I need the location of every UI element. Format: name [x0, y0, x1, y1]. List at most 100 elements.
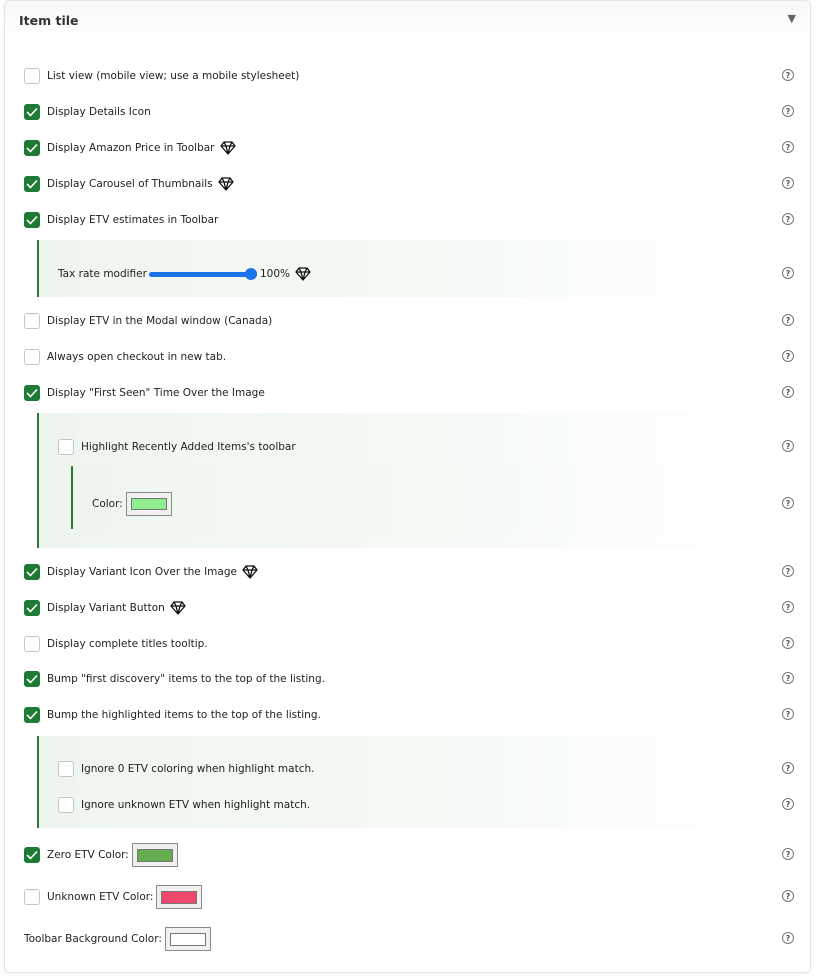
highlight-recent-label: Highlight Recently Added Items's toolbar — [81, 441, 296, 453]
question-circle-icon[interactable]: ? — [782, 267, 794, 279]
diamond-icon — [217, 177, 234, 191]
zero-etv-color-swatch — [136, 848, 173, 862]
option-variant-icon: Display Variant Icon Over the Image — [24, 562, 258, 582]
question-circle-icon[interactable]: ? — [782, 798, 794, 810]
highlight-recent-checkbox[interactable] — [58, 439, 74, 455]
checkout-tab-checkbox[interactable] — [24, 349, 40, 365]
etv-toolbar-label: Display ETV estimates in Toolbar — [47, 214, 219, 226]
zero-etv-color-picker[interactable] — [131, 843, 178, 867]
variant-button-checkbox[interactable] — [24, 600, 40, 616]
unknown-etv-color-picker[interactable] — [156, 885, 203, 909]
option-toolbar-bg-color: Toolbar Background Color: — [24, 927, 211, 951]
unknown-etv-color-checkbox[interactable] — [24, 889, 40, 905]
tax-rate-label: Tax rate modifier — [58, 268, 147, 280]
option-highlight-recent: Highlight Recently Added Items's toolbar — [58, 437, 296, 457]
slider-track — [148, 272, 257, 277]
variant-button-label: Display Variant Button — [47, 602, 165, 614]
option-first-seen: Display "First Seen" Time Over the Image — [24, 383, 265, 403]
details-icon-checkbox[interactable] — [24, 104, 40, 120]
question-circle-icon[interactable]: ? — [782, 141, 794, 153]
option-carousel: Display Carousel of Thumbnails — [24, 174, 234, 194]
option-bump-first: Bump "first discovery" items to the top … — [24, 669, 325, 689]
question-circle-icon[interactable]: ? — [782, 637, 794, 649]
panel-title: Item tile — [19, 13, 79, 28]
option-etv-modal: Display ETV in the Modal window (Canada) — [24, 311, 272, 331]
diamond-icon — [170, 601, 186, 615]
question-circle-icon[interactable]: ? — [782, 440, 794, 452]
amazon-price-checkbox[interactable] — [24, 140, 40, 156]
option-ignore-zero-etv: Ignore 0 ETV coloring when highlight mat… — [58, 759, 314, 779]
titles-tooltip-checkbox[interactable] — [24, 636, 40, 652]
question-circle-icon[interactable]: ? — [782, 386, 794, 398]
zero-etv-color-label: Zero ETV Color: — [47, 849, 129, 861]
bump-highlighted-label: Bump the highlighted items to the top of… — [47, 709, 321, 721]
ignore-unknown-etv-label: Ignore unknown ETV when highlight match. — [81, 799, 311, 811]
recent-color-label: Color: — [92, 498, 123, 510]
question-circle-icon[interactable]: ? — [782, 350, 794, 362]
question-circle-icon[interactable]: ? — [782, 69, 794, 81]
question-circle-icon[interactable]: ? — [782, 672, 794, 684]
unknown-etv-color-swatch — [161, 890, 198, 904]
option-zero-etv-color: Zero ETV Color: — [24, 843, 178, 867]
option-tax-rate: Tax rate modifier 100% — [58, 264, 311, 284]
diamond-icon — [295, 267, 311, 281]
details-icon-label: Display Details Icon — [47, 106, 151, 118]
option-ignore-unknown-etv: Ignore unknown ETV when highlight match. — [58, 795, 310, 815]
etv-modal-label: Display ETV in the Modal window (Canada) — [47, 315, 273, 327]
tax-rate-value: 100% — [259, 268, 290, 280]
variant-icon-checkbox[interactable] — [24, 564, 40, 580]
titles-tooltip-label: Display complete titles tooltip. — [47, 638, 208, 650]
first-seen-checkbox[interactable] — [24, 385, 40, 401]
ignore-zero-etv-label: Ignore 0 ETV coloring when highlight mat… — [81, 763, 315, 775]
carousel-checkbox[interactable] — [24, 176, 40, 192]
toolbar-bg-color-swatch — [169, 932, 206, 946]
question-circle-icon[interactable]: ? — [782, 932, 794, 944]
diamond-icon — [242, 565, 258, 579]
option-unknown-etv-color: Unknown ETV Color: — [24, 885, 203, 909]
slider-thumb[interactable] — [244, 268, 257, 280]
option-titles-tooltip: Display complete titles tooltip. — [24, 634, 208, 654]
carousel-label: Display Carousel of Thumbnails — [47, 178, 213, 190]
option-checkout-tab: Always open checkout in new tab. — [24, 347, 226, 367]
option-details-icon: Display Details Icon — [24, 102, 151, 122]
zero-etv-color-checkbox[interactable] — [24, 847, 40, 863]
recent-color-picker[interactable] — [125, 492, 172, 516]
question-circle-icon[interactable]: ? — [782, 314, 794, 326]
unknown-etv-color-label: Unknown ETV Color: — [47, 891, 154, 903]
question-circle-icon[interactable]: ? — [782, 497, 794, 509]
ignore-zero-etv-checkbox[interactable] — [58, 761, 74, 777]
recent-color-swatch — [130, 498, 167, 510]
first-seen-label: Display "First Seen" Time Over the Image — [47, 387, 265, 399]
checkout-tab-label: Always open checkout in new tab. — [47, 351, 227, 363]
question-circle-icon[interactable]: ? — [782, 890, 794, 902]
tax-rate-slider[interactable] — [148, 266, 257, 282]
etv-toolbar-checkbox[interactable] — [24, 212, 40, 228]
bump-first-checkbox[interactable] — [24, 671, 40, 687]
toolbar-bg-color-picker[interactable] — [164, 927, 211, 951]
list-view-label: List view (mobile view; use a mobile sty… — [47, 70, 300, 82]
option-recent-color: Color: — [92, 492, 172, 516]
question-circle-icon[interactable]: ? — [782, 105, 794, 117]
collapse-arrow-icon[interactable]: ▼ — [788, 12, 796, 25]
option-etv-toolbar: Display ETV estimates in Toolbar — [24, 210, 218, 230]
variant-icon-label: Display Variant Icon Over the Image — [47, 566, 237, 578]
question-circle-icon[interactable]: ? — [782, 762, 794, 774]
question-circle-icon[interactable]: ? — [782, 848, 794, 860]
recent-color-subsection — [71, 466, 770, 529]
option-list-view: List view (mobile view; use a mobile sty… — [24, 66, 299, 86]
bump-highlighted-checkbox[interactable] — [24, 707, 40, 723]
panel-header[interactable]: Item tile ▼ — [5, 1, 810, 39]
option-variant-button: Display Variant Button — [24, 598, 186, 618]
question-circle-icon[interactable]: ? — [782, 565, 794, 577]
amazon-price-label: Display Amazon Price in Toolbar — [47, 142, 215, 154]
question-circle-icon[interactable]: ? — [782, 601, 794, 613]
question-circle-icon[interactable]: ? — [782, 708, 794, 720]
etv-modal-checkbox[interactable] — [24, 313, 40, 329]
bump-first-label: Bump "first discovery" items to the top … — [47, 673, 325, 685]
list-view-checkbox[interactable] — [24, 68, 40, 84]
question-circle-icon[interactable]: ? — [782, 177, 794, 189]
ignore-unknown-etv-checkbox[interactable] — [58, 797, 74, 813]
option-amazon-price: Display Amazon Price in Toolbar — [24, 138, 236, 158]
diamond-icon — [219, 141, 236, 155]
question-circle-icon[interactable]: ? — [782, 213, 794, 225]
